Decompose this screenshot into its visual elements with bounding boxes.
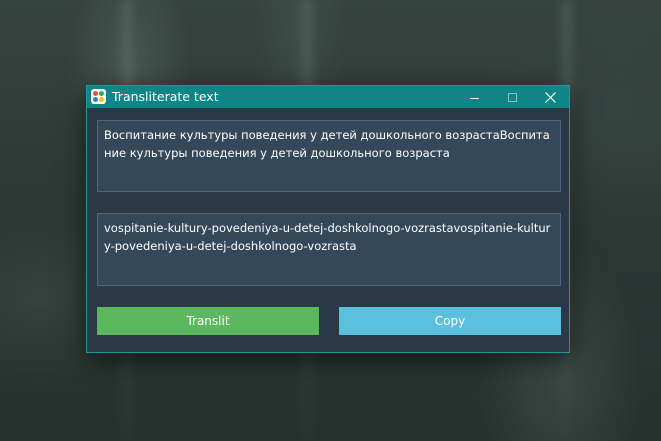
window-title: Transliterate text bbox=[112, 89, 219, 104]
source-text-input[interactable]: Воспитание культуры поведения у детей до… bbox=[97, 120, 561, 192]
translit-button[interactable]: Translit bbox=[97, 307, 319, 335]
close-icon bbox=[544, 91, 556, 103]
title-bar[interactable]: Transliterate text bbox=[87, 86, 569, 108]
maximize-button[interactable] bbox=[493, 86, 531, 108]
maximize-icon bbox=[507, 92, 517, 102]
result-text-output[interactable]: vospitanie-kultury-povedeniya-u-detej-do… bbox=[97, 213, 561, 286]
minimize-icon bbox=[469, 97, 479, 99]
app-logo-icon bbox=[91, 89, 106, 104]
minimize-button[interactable] bbox=[455, 86, 493, 108]
transliterate-window: Transliterate text Воспитание культуры п… bbox=[86, 85, 570, 353]
copy-button[interactable]: Copy bbox=[339, 307, 561, 335]
close-button[interactable] bbox=[531, 86, 569, 108]
